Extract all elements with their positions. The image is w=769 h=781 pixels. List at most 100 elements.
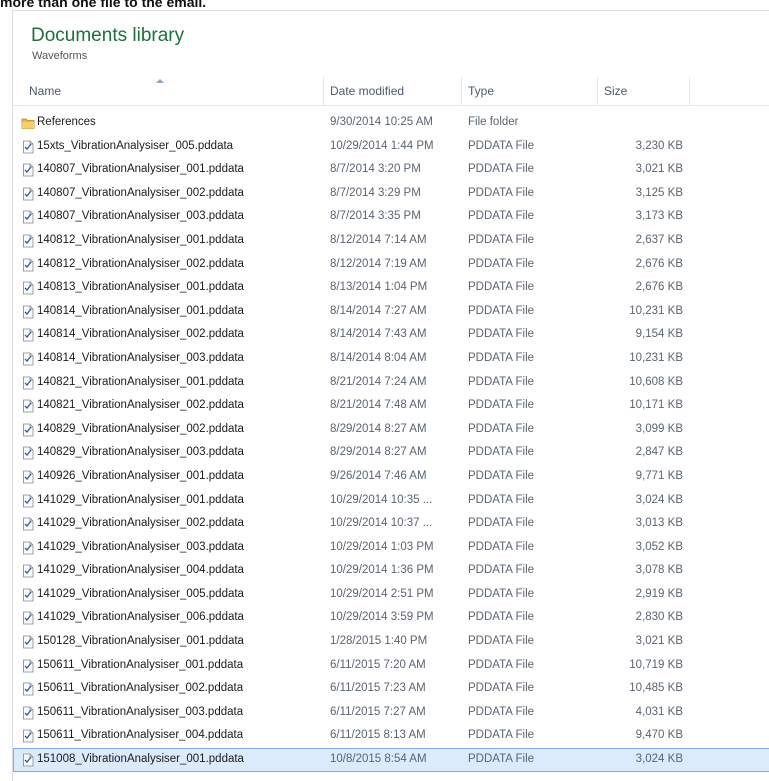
- column-header-size[interactable]: Size: [597, 77, 694, 105]
- file-type: PDDATA File: [468, 729, 535, 742]
- file-type: PDDATA File: [468, 635, 535, 648]
- file-row[interactable]: 140821_VibrationAnalysiser_002.pddata 8/2…: [13, 394, 769, 418]
- file-row[interactable]: 140926_VibrationAnalysiser_001.pddata 9/2…: [13, 465, 769, 489]
- file-icon: [21, 729, 35, 743]
- file-size: 3,021 KB: [635, 163, 683, 176]
- file-row[interactable]: 15xts_VibrationAnalysiser_005.pddata 10/2…: [13, 135, 769, 159]
- file-icon: [21, 140, 35, 154]
- file-name: 141029_VibrationAnalysiser_006.pddata: [37, 611, 244, 624]
- file-size: 3,078 KB: [635, 564, 683, 577]
- file-date-modified: 1/28/2015 1:40 PM: [330, 635, 428, 648]
- file-size: 10,171 KB: [629, 399, 683, 412]
- file-date-modified: 8/7/2014 3:20 PM: [330, 163, 421, 176]
- file-row[interactable]: 140814_VibrationAnalysiser_003.pddata 8/1…: [13, 347, 769, 371]
- file-type: PDDATA File: [468, 658, 535, 671]
- file-type: PDDATA File: [468, 163, 535, 176]
- file-icon: [21, 470, 35, 484]
- file-row[interactable]: 141029_VibrationAnalysiser_004.pddata 10/…: [13, 559, 769, 583]
- file-row[interactable]: 150611_VibrationAnalysiser_002.pddata 6/1…: [13, 677, 769, 701]
- file-icon: [21, 281, 35, 295]
- file-type: PDDATA File: [468, 328, 535, 341]
- file-date-modified: 10/29/2014 1:36 PM: [330, 564, 434, 577]
- file-name: 141029_VibrationAnalysiser_002.pddata: [37, 517, 244, 530]
- file-date-modified: 9/26/2014 7:46 AM: [330, 469, 427, 482]
- file-size: [603, 111, 683, 135]
- file-name: 140814_VibrationAnalysiser_002.pddata: [37, 328, 244, 341]
- file-name: 140814_VibrationAnalysiser_001.pddata: [37, 304, 244, 317]
- file-icon: [21, 494, 35, 508]
- file-row[interactable]: 151008_VibrationAnalysiser_001.pddata 10/…: [13, 748, 769, 772]
- file-name: 140926_VibrationAnalysiser_001.pddata: [37, 469, 244, 482]
- file-type: PDDATA File: [468, 186, 535, 199]
- file-type: PDDATA File: [468, 422, 535, 435]
- file-row[interactable]: 150611_VibrationAnalysiser_001.pddata 6/1…: [13, 654, 769, 678]
- file-row[interactable]: 141029_VibrationAnalysiser_005.pddata 10/…: [13, 583, 769, 607]
- file-icon: [21, 682, 35, 696]
- file-type: PDDATA File: [468, 705, 535, 718]
- file-type: PDDATA File: [468, 281, 535, 294]
- file-icon: [21, 753, 35, 767]
- file-name: 140807_VibrationAnalysiser_003.pddata: [37, 210, 244, 223]
- file-date-modified: 10/29/2014 3:59 PM: [330, 611, 434, 624]
- file-row[interactable]: 140812_VibrationAnalysiser_001.pddata 8/1…: [13, 229, 769, 253]
- file-date-modified: 10/29/2014 1:44 PM: [330, 139, 434, 152]
- file-size: 3,021 KB: [635, 635, 683, 648]
- file-icon: [21, 659, 35, 673]
- file-icon: [21, 423, 35, 437]
- file-size: 10,231 KB: [629, 351, 683, 364]
- file-icon: [21, 305, 35, 319]
- file-row[interactable]: 140807_VibrationAnalysiser_002.pddata 8/7…: [13, 182, 769, 206]
- file-type: PDDATA File: [468, 564, 535, 577]
- file-name: 140813_VibrationAnalysiser_001.pddata: [37, 281, 244, 294]
- file-size: 2,830 KB: [635, 611, 683, 624]
- file-name: 150611_VibrationAnalysiser_001.pddata: [37, 658, 244, 671]
- file-row[interactable]: 141029_VibrationAnalysiser_002.pddata 10/…: [13, 512, 769, 536]
- file-name: 141029_VibrationAnalysiser_001.pddata: [37, 493, 244, 506]
- file-icon: [21, 446, 35, 460]
- file-size: 3,125 KB: [635, 186, 683, 199]
- file-date-modified: 10/29/2014 1:03 PM: [330, 540, 434, 553]
- file-row[interactable]: References 9/30/2014 10:25 AM File folder: [13, 111, 769, 135]
- file-size: 3,024 KB: [635, 753, 683, 766]
- file-type: PDDATA File: [468, 611, 535, 624]
- file-type: PDDATA File: [468, 233, 535, 246]
- file-row[interactable]: 140812_VibrationAnalysiser_002.pddata 8/1…: [13, 253, 769, 277]
- file-name: 141029_VibrationAnalysiser_003.pddata: [37, 540, 244, 553]
- file-row[interactable]: 150128_VibrationAnalysiser_001.pddata 1/2…: [13, 630, 769, 654]
- file-name: 140814_VibrationAnalysiser_003.pddata: [37, 351, 244, 364]
- file-date-modified: 8/21/2014 7:24 AM: [330, 375, 427, 388]
- file-row[interactable]: 141029_VibrationAnalysiser_003.pddata 10/…: [13, 536, 769, 560]
- file-row[interactable]: 140829_VibrationAnalysiser_002.pddata 8/2…: [13, 418, 769, 442]
- file-row[interactable]: 140814_VibrationAnalysiser_002.pddata 8/1…: [13, 323, 769, 347]
- file-row[interactable]: 140829_VibrationAnalysiser_003.pddata 8/2…: [13, 441, 769, 465]
- file-size: 2,676 KB: [635, 257, 683, 270]
- column-header-date[interactable]: Date modified: [323, 77, 460, 105]
- column-header-type[interactable]: Type: [461, 77, 598, 105]
- file-name: 140829_VibrationAnalysiser_003.pddata: [37, 446, 244, 459]
- file-name: 150611_VibrationAnalysiser_003.pddata: [37, 705, 244, 718]
- file-date-modified: 8/12/2014 7:14 AM: [330, 233, 427, 246]
- file-row[interactable]: 150611_VibrationAnalysiser_003.pddata 6/1…: [13, 701, 769, 725]
- library-subtitle[interactable]: Waveforms: [32, 50, 87, 62]
- file-type: PDDATA File: [468, 257, 535, 270]
- file-date-modified: 6/11/2015 7:27 AM: [330, 705, 426, 718]
- library-title: Documents library: [31, 25, 185, 46]
- file-type: PDDATA File: [468, 493, 535, 506]
- file-type: PDDATA File: [468, 351, 535, 364]
- explorer-panel: Documents library Waveforms Name Date mo…: [12, 10, 769, 781]
- file-name: 140807_VibrationAnalysiser_002.pddata: [37, 186, 244, 199]
- file-row[interactable]: 141029_VibrationAnalysiser_001.pddata 10/…: [13, 489, 769, 513]
- file-icon: [21, 706, 35, 720]
- file-size: 10,231 KB: [629, 304, 683, 317]
- column-header-name[interactable]: Name: [23, 77, 329, 105]
- file-row[interactable]: 140814_VibrationAnalysiser_001.pddata 8/1…: [13, 300, 769, 324]
- file-row[interactable]: 140807_VibrationAnalysiser_001.pddata 8/7…: [13, 158, 769, 182]
- file-icon: [21, 399, 35, 413]
- file-size: 2,676 KB: [635, 281, 683, 294]
- file-row[interactable]: 140807_VibrationAnalysiser_003.pddata 8/7…: [13, 205, 769, 229]
- file-row[interactable]: 150611_VibrationAnalysiser_004.pddata 6/1…: [13, 724, 769, 748]
- file-row[interactable]: 141029_VibrationAnalysiser_006.pddata 10/…: [13, 606, 769, 630]
- file-row[interactable]: 140813_VibrationAnalysiser_001.pddata 8/1…: [13, 276, 769, 300]
- file-name: 150128_VibrationAnalysiser_001.pddata: [37, 635, 244, 648]
- file-row[interactable]: 140821_VibrationAnalysiser_001.pddata 8/2…: [13, 371, 769, 395]
